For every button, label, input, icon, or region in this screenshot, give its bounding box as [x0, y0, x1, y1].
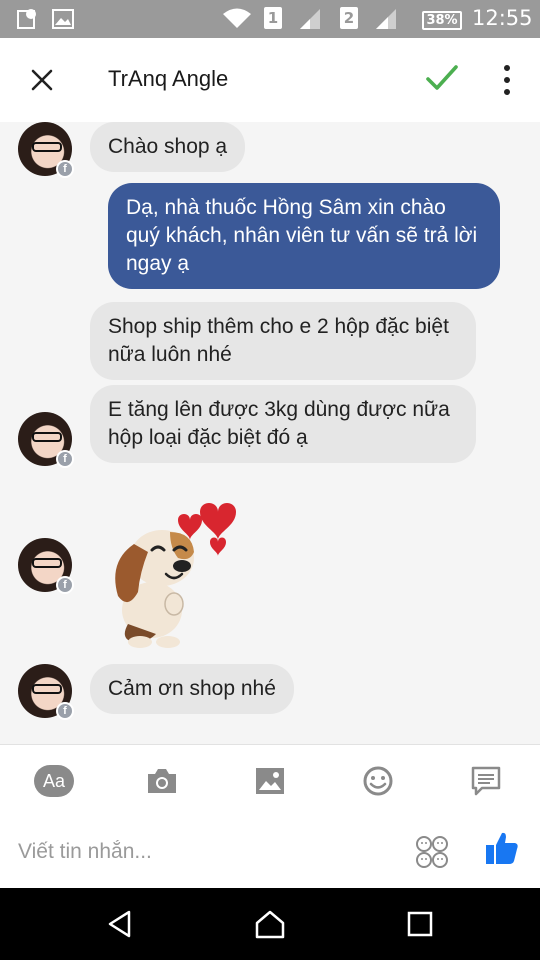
- text-format-label: Aa: [34, 765, 74, 797]
- home-button[interactable]: [250, 906, 290, 942]
- camera-button[interactable]: [142, 761, 182, 801]
- check-button[interactable]: [424, 62, 464, 98]
- message-bubble-outgoing[interactable]: Dạ, nhà thuốc Hồng Sâm xin chào quý khác…: [108, 183, 500, 289]
- wifi-icon: [222, 7, 252, 33]
- facebook-badge-icon: f: [56, 160, 74, 178]
- like-thumb-icon: [486, 832, 518, 864]
- image-notification-icon: [52, 8, 74, 34]
- contact-avatar[interactable]: f: [18, 538, 74, 594]
- emoji-icon: [363, 766, 393, 796]
- battery-indicator: 38%: [422, 9, 462, 30]
- emoji-button[interactable]: [358, 761, 398, 801]
- battery-percent: 38%: [422, 11, 462, 30]
- message-bubble-incoming[interactable]: Chào shop ạ: [90, 122, 246, 172]
- back-button[interactable]: [100, 906, 140, 942]
- facebook-badge-icon: f: [56, 702, 74, 720]
- more-dot: [504, 65, 510, 71]
- sticker-faces-icon: [416, 836, 448, 868]
- sim2-indicator: 2: [340, 7, 358, 29]
- gallery-icon: [256, 768, 284, 794]
- sim1-label: 1: [264, 7, 282, 29]
- gallery-button[interactable]: [250, 761, 290, 801]
- text-format-button[interactable]: Aa: [34, 761, 74, 801]
- avatar-glasses: [32, 432, 62, 442]
- like-button[interactable]: [484, 830, 524, 870]
- close-icon: [31, 69, 53, 91]
- avatar-glasses: [32, 684, 62, 694]
- composer-toolbar: Aa: [0, 744, 540, 814]
- sim2-label: 2: [340, 7, 358, 29]
- puppy-heart-sticker[interactable]: [100, 492, 260, 652]
- home-icon: [255, 910, 285, 939]
- contact-avatar[interactable]: f: [18, 412, 74, 468]
- signal-strength-icon: [298, 8, 322, 34]
- contact-name[interactable]: TrAnq Angle: [108, 66, 228, 92]
- message-list[interactable]: f Chào shop ạ Dạ, nhà thuốc Hồng Sâm xin…: [0, 122, 540, 744]
- conversation-header: TrAnq Angle: [0, 38, 540, 122]
- message-bubble-incoming[interactable]: Cảm ơn shop nhé: [90, 664, 294, 714]
- notification-sim-icon: [16, 8, 40, 34]
- facebook-badge-icon: f: [56, 576, 74, 594]
- facebook-badge-icon: f: [56, 450, 74, 468]
- recents-button[interactable]: [400, 906, 440, 942]
- avatar-glasses: [32, 558, 62, 568]
- status-bar: 1 2 38% 12:55: [0, 0, 540, 38]
- more-dot: [504, 77, 510, 83]
- sticker-button[interactable]: [414, 834, 450, 870]
- sim1-indicator: 1: [264, 7, 282, 29]
- back-triangle-icon: [108, 910, 131, 938]
- clock: 12:55: [472, 6, 533, 30]
- avatar-glasses: [32, 142, 62, 152]
- contact-avatar[interactable]: f: [18, 122, 74, 178]
- quick-reply-button[interactable]: [466, 761, 506, 801]
- message-bubble-incoming[interactable]: E tăng lên được 3kg dùng được nữa hộp lo…: [90, 385, 476, 463]
- recents-square-icon: [407, 911, 433, 937]
- message-bubble-incoming[interactable]: Shop ship thêm cho e 2 hộp đặc biệt nữa …: [90, 302, 476, 380]
- camera-icon: [148, 769, 176, 793]
- quick-reply-icon: [471, 766, 501, 796]
- android-navigation-bar: [0, 888, 540, 960]
- signal-strength-icon: [374, 8, 398, 34]
- contact-avatar[interactable]: f: [18, 664, 74, 720]
- more-options-button[interactable]: [496, 62, 518, 98]
- check-icon: [426, 65, 458, 90]
- message-input[interactable]: [18, 834, 398, 870]
- composer: [0, 814, 540, 888]
- close-button[interactable]: [22, 60, 62, 100]
- more-dot: [504, 89, 510, 95]
